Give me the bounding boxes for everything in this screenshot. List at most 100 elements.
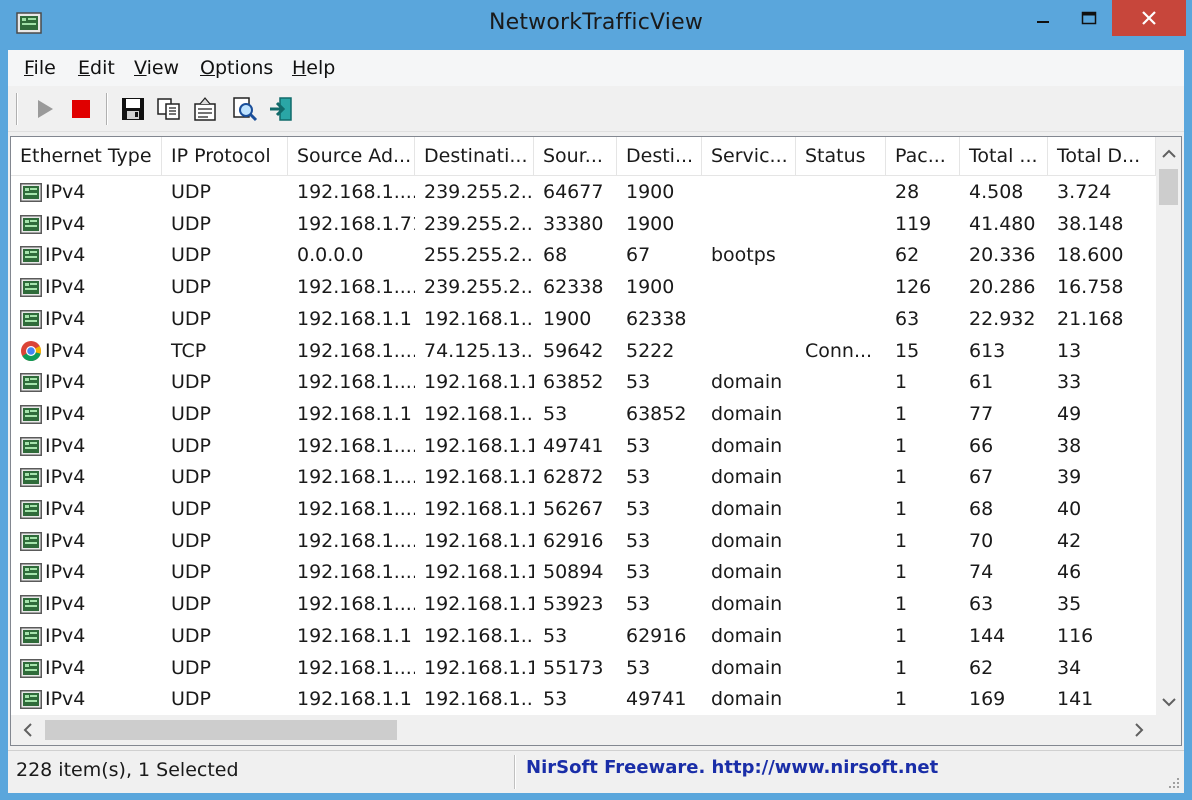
column-header-source-address[interactable]: Source Ad... [288, 137, 415, 175]
save-button[interactable] [118, 94, 148, 124]
menu-edit[interactable]: Edit [78, 57, 115, 79]
table-row[interactable]: IPv4 UDP 192.168.1.... 192.168.1.1 62916 53 do… [11, 526, 1156, 558]
cell-ip-protocol: UDP [171, 466, 211, 489]
scrollbar-corner [1156, 715, 1181, 745]
cell-total-size: 613 [969, 339, 1006, 362]
cell-destination-port: 1900 [626, 276, 675, 299]
maximize-button[interactable] [1066, 0, 1112, 36]
scroll-up-icon[interactable] [1156, 143, 1181, 163]
table-row[interactable]: IPv4 UDP 192.168.1.... 192.168.1.1 49741 53 do… [11, 431, 1156, 463]
cell-packets: 1 [895, 498, 908, 520]
column-header-status[interactable]: Status [796, 137, 886, 175]
nirsoft-link[interactable]: NirSoft Freeware. http://www.nirsoft.net [526, 757, 938, 778]
cell-destination-address: 239.255.2... [424, 212, 534, 235]
cell-source-port: 62338 [543, 276, 604, 299]
column-header-destination-address[interactable]: Destinati... [415, 137, 534, 175]
menu-help[interactable]: Help [292, 57, 335, 79]
table-row[interactable]: IPv4 UDP 192.168.1.... 192.168.1.1 62872 53 do… [11, 462, 1156, 494]
traffic-list[interactable]: Ethernet Type IP Protocol Source Ad... D… [10, 136, 1182, 746]
copy-button[interactable] [154, 94, 184, 124]
exit-icon [270, 97, 292, 121]
cell-status [796, 557, 886, 589]
table-row[interactable]: IPv4 UDP 192.168.1.1 192.168.1... 53 62916 dom… [11, 621, 1156, 653]
column-header-packets[interactable]: Pac... [886, 137, 960, 175]
table-row[interactable]: IPv4 UDP 0.0.0.0 255.255.2... 68 67 bootps 62 20… [11, 240, 1156, 272]
title-bar[interactable]: NetworkTrafficView [0, 0, 1192, 50]
cell-source-port: 53 [543, 402, 568, 425]
resize-grip-icon[interactable] [1166, 775, 1180, 789]
cell-source-port: 56267 [543, 498, 604, 520]
cell-status [796, 431, 886, 463]
cell-ip-protocol: UDP [171, 529, 211, 552]
cell-packets: 1 [895, 529, 908, 552]
scroll-down-icon[interactable] [1156, 692, 1181, 712]
table-row[interactable]: IPv4 UDP 192.168.1.... 192.168.1.1 56267 53 do… [11, 494, 1156, 526]
column-header-destination-port[interactable]: Desti... [617, 137, 702, 175]
cell-destination-port: 53 [626, 561, 651, 584]
vertical-scrollbar[interactable] [1156, 137, 1181, 715]
cell-source-port: 50894 [543, 561, 604, 584]
cell-packets: 1 [895, 402, 908, 425]
table-row[interactable]: IPv4 UDP 192.168.1.71 239.255.2... 33380 1900… [11, 209, 1156, 241]
cell-destination-address: 192.168.1... [424, 307, 534, 330]
cell-status [796, 304, 886, 336]
menu-file[interactable]: File [24, 57, 56, 79]
cell-total-size: 62 [969, 656, 994, 679]
cell-source-address: 192.168.1.... [297, 498, 415, 520]
column-header-service[interactable]: Servic... [702, 137, 796, 175]
cell-ethernet-type: IPv4 [45, 561, 86, 584]
cell-source-port: 59642 [543, 339, 604, 362]
cell-total-size: 169 [969, 688, 1006, 711]
cell-source-address: 192.168.1.1 [297, 624, 412, 647]
cell-destination-port: 67 [626, 244, 651, 267]
table-row[interactable]: IPv4 UDP 192.168.1.1 192.168.1... 1900 62338 6… [11, 304, 1156, 336]
find-button[interactable] [230, 94, 260, 124]
cell-total-size: 41.480 [969, 212, 1036, 235]
cell-ip-protocol: UDP [171, 212, 211, 235]
cell-ip-protocol: UDP [171, 276, 211, 299]
scroll-right-icon[interactable] [1129, 720, 1149, 740]
cell-packets: 63 [895, 307, 920, 330]
close-button[interactable] [1112, 0, 1186, 36]
cell-packets: 1 [895, 466, 908, 489]
cell-total-data: 13 [1057, 339, 1082, 362]
table-row[interactable]: IPv4 UDP 192.168.1.... 239.255.2... 62338 190… [11, 272, 1156, 304]
horizontal-scrollbar[interactable] [11, 715, 1156, 745]
table-row[interactable]: IPv4 UDP 192.168.1.... 192.168.1.1 63852 53 do… [11, 367, 1156, 399]
vertical-scroll-thumb[interactable] [1159, 169, 1178, 205]
exit-button[interactable] [266, 94, 296, 124]
table-row[interactable]: IPv4 UDP 192.168.1.... 192.168.1.1 55173 53 do… [11, 653, 1156, 685]
column-header-ip-protocol[interactable]: IP Protocol [162, 137, 288, 175]
cell-total-size: 66 [969, 434, 994, 457]
scroll-left-icon[interactable] [17, 720, 37, 740]
cell-source-address: 192.168.1.... [297, 466, 415, 489]
stop-capture-button[interactable] [66, 94, 96, 124]
column-header-ethernet-type[interactable]: Ethernet Type [11, 137, 162, 175]
cell-ip-protocol: UDP [171, 656, 211, 679]
window-title: NetworkTrafficView [488, 10, 704, 35]
menu-options[interactable]: Options [200, 57, 273, 79]
table-row[interactable]: IPv4 UDP 192.168.1.... 192.168.1.1 53923 53 do… [11, 589, 1156, 621]
start-capture-button[interactable] [30, 94, 60, 124]
table-row[interactable]: IPv4 UDP 192.168.1.1 192.168.1... 53 49741 dom… [11, 684, 1156, 716]
table-row[interactable]: IPv4 UDP 192.168.1.... 192.168.1.1 50894 53 do… [11, 557, 1156, 589]
menu-view[interactable]: View [134, 57, 179, 79]
cell-packets: 1 [895, 561, 908, 584]
table-row[interactable]: IPv4 TCP 192.168.1.... 74.125.13... 59642 522… [11, 336, 1156, 368]
cell-source-address: 192.168.1.... [297, 593, 415, 616]
horizontal-scroll-thumb[interactable] [45, 720, 397, 740]
table-row[interactable]: IPv4 UDP 192.168.1.1 192.168.1... 53 63852 dom… [11, 399, 1156, 431]
column-header-total-data[interactable]: Total D... [1048, 137, 1156, 175]
cell-ethernet-type: IPv4 [45, 466, 86, 489]
cell-total-data: 33 [1057, 371, 1082, 394]
cell-ethernet-type: IPv4 [45, 593, 86, 616]
cell-packets: 119 [895, 212, 932, 235]
cell-source-port: 53 [543, 688, 568, 711]
status-separator [514, 755, 516, 789]
properties-button[interactable] [190, 94, 220, 124]
cell-destination-port: 53 [626, 371, 651, 394]
minimize-button[interactable] [1020, 0, 1066, 36]
column-header-source-port[interactable]: Sour... [534, 137, 617, 175]
table-row[interactable]: IPv4 UDP 192.168.1.... 239.255.2... 64677 190… [11, 177, 1156, 209]
column-header-total-size[interactable]: Total ... [960, 137, 1048, 175]
